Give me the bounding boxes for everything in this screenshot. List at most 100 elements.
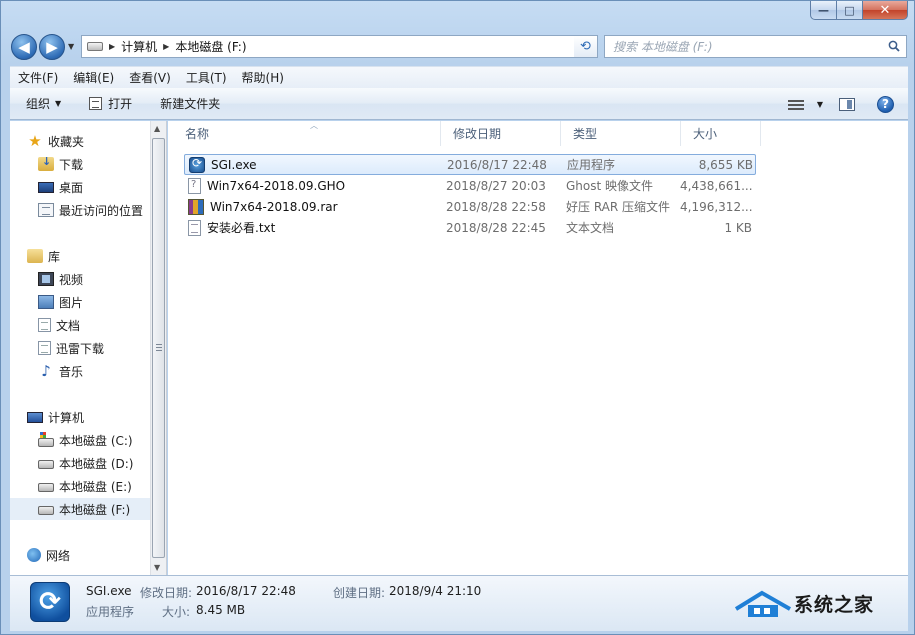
organize-button[interactable]: 组织 ▼: [26, 95, 61, 112]
file-type: 应用程序: [567, 158, 616, 172]
close-button[interactable]: ✕: [863, 1, 908, 20]
refresh-button[interactable]: ⟲: [574, 35, 598, 58]
breadcrumb-arrow-icon[interactable]: ▶: [109, 42, 115, 51]
search-input[interactable]: 搜索 本地磁盘 (F:): [604, 35, 907, 58]
breadcrumb-drive-f[interactable]: 本地磁盘 (F:): [175, 38, 246, 55]
preview-pane-icon[interactable]: [839, 97, 855, 111]
tree-label: 音乐: [59, 364, 84, 379]
tree-label: 本地磁盘 (C:): [59, 433, 133, 448]
drive-icon: [38, 460, 54, 469]
column-header-size[interactable]: 大小: [681, 121, 761, 146]
tree-label: 桌面: [59, 180, 84, 195]
toolbar-right-group: ▼ ?: [787, 88, 908, 120]
menu-view[interactable]: 查看(V): [129, 69, 171, 86]
tree-label: 收藏夹: [48, 134, 85, 149]
breadcrumb-computer[interactable]: 计算机: [121, 38, 157, 55]
scroll-down-icon[interactable]: ▼: [154, 563, 160, 572]
tree-item-pictures[interactable]: 图片: [38, 291, 83, 313]
search-placeholder: 搜索 本地磁盘 (F:): [613, 40, 713, 54]
scrollbar-thumb[interactable]: [152, 138, 165, 558]
exe-large-icon: ⟳: [30, 582, 70, 622]
star-icon: ★: [28, 132, 42, 150]
menu-edit[interactable]: 编辑(E): [73, 69, 114, 86]
navigation-pane-scrollbar[interactable]: ▲ ▼: [150, 121, 167, 575]
new-folder-label: 新建文件夹: [160, 97, 221, 111]
file-type: 文本文档: [566, 221, 615, 235]
forward-button[interactable]: ▶: [39, 34, 65, 60]
search-icon[interactable]: [888, 40, 900, 52]
file-size: 4,438,661...: [680, 178, 752, 193]
details-file-name: SGI.exe: [86, 584, 132, 598]
menu-help[interactable]: 帮助(H): [242, 69, 284, 86]
tree-item-drive-c[interactable]: 本地磁盘 (C:): [38, 429, 133, 451]
tree-libraries[interactable]: 库: [27, 245, 60, 267]
navigation-pane: ★ 收藏夹 下载 桌面 最近访问的位置 库 视频: [10, 121, 150, 575]
tree-item-drive-d[interactable]: 本地磁盘 (D:): [38, 452, 133, 474]
file-row[interactable]: SGI.exe 2016/8/17 22:48 应用程序 8,655 KB: [184, 154, 756, 175]
tree-item-music[interactable]: ♪ 音乐: [38, 360, 83, 382]
column-label: 修改日期: [453, 127, 502, 141]
tree-label: 图片: [59, 295, 84, 310]
address-bar[interactable]: ▶ 计算机 ▶ 本地磁盘 (F:) ▼: [81, 35, 596, 58]
explorer-window: — □ ✕ ◀ ▶ ▼ ▶ 计算机 ▶ 本地磁盘 (F:) ▼ ⟲ 搜索 本地磁…: [0, 0, 915, 635]
documents-library-icon: [38, 318, 51, 332]
tree-label: 最近访问的位置: [59, 203, 144, 218]
details-modified-value: 2016/8/17 22:48: [196, 584, 296, 598]
recent-places-icon: [38, 203, 54, 217]
file-date: 2018/8/28 22:58: [446, 199, 546, 214]
view-options-dropdown-icon[interactable]: ▼: [817, 100, 823, 109]
breadcrumb-arrow-icon[interactable]: ▶: [163, 42, 169, 51]
tree-label: 视频: [59, 272, 84, 287]
tree-favorites[interactable]: ★ 收藏夹: [27, 130, 84, 152]
menu-tools[interactable]: 工具(T): [186, 69, 227, 86]
video-library-icon: [38, 272, 54, 286]
sort-ascending-icon: ︿: [310, 121, 318, 130]
menu-file[interactable]: 文件(F): [18, 69, 58, 86]
open-label: 打开: [108, 97, 133, 111]
file-size: 4,196,312...: [680, 199, 752, 214]
maximize-button[interactable]: □: [837, 1, 863, 20]
command-toolbar: 组织 ▼ 打开 新建文件夹 ▼ ?: [10, 88, 908, 120]
file-name-cell: 安装必看.txt: [188, 219, 438, 236]
column-label: 类型: [573, 127, 598, 141]
file-row[interactable]: 安装必看.txt 2018/8/28 22:45 文本文档 1 KB: [184, 217, 756, 238]
tree-item-recent-places[interactable]: 最近访问的位置: [38, 199, 143, 221]
scroll-up-icon[interactable]: ▲: [154, 124, 160, 133]
tree-item-downloads[interactable]: 下载: [38, 153, 83, 175]
view-options-icon[interactable]: [787, 98, 804, 110]
tree-item-desktop[interactable]: 桌面: [38, 176, 83, 198]
recent-pages-dropdown-icon[interactable]: ▼: [68, 42, 74, 51]
tree-item-videos[interactable]: 视频: [38, 268, 83, 290]
column-header-name[interactable]: 名称 ︿: [173, 121, 441, 146]
minimize-button[interactable]: —: [810, 1, 837, 20]
details-size-label: 大小:: [162, 605, 191, 619]
file-row[interactable]: Win7x64-2018.09.rar 2018/8/28 22:58 好压 R…: [184, 196, 756, 217]
back-button[interactable]: ◀: [11, 34, 37, 60]
tree-item-drive-e[interactable]: 本地磁盘 (E:): [38, 475, 132, 497]
tree-network[interactable]: 网络: [27, 544, 70, 566]
watermark-logo-icon: [734, 590, 791, 617]
details-pane: ⟳ SGI.exe 修改日期: 2016/8/17 22:48 创建日期: 20…: [10, 575, 908, 631]
network-icon: [27, 548, 41, 562]
file-name-cell: SGI.exe: [189, 156, 439, 173]
tree-computer[interactable]: 计算机: [27, 406, 84, 428]
music-note-icon: ♪: [41, 362, 51, 380]
open-button[interactable]: 打开: [89, 95, 132, 112]
tree-label: 文档: [56, 318, 81, 333]
tree-item-documents[interactable]: 文档: [38, 314, 80, 336]
tree-item-xunlei-downloads[interactable]: 迅雷下载: [38, 337, 104, 359]
pictures-library-icon: [38, 295, 54, 309]
tree-label: 网络: [46, 548, 71, 563]
file-date: 2018/8/27 20:03: [446, 178, 546, 193]
details-file-type: 应用程序: [86, 605, 135, 619]
tree-label: 计算机: [48, 410, 85, 425]
file-row[interactable]: Win7x64-2018.09.GHO 2018/8/27 20:03 Ghos…: [184, 175, 756, 196]
new-folder-button[interactable]: 新建文件夹: [160, 95, 220, 112]
exe-icon: [189, 156, 205, 173]
file-name-cell: Win7x64-2018.09.GHO: [188, 177, 438, 194]
column-header-date[interactable]: 修改日期: [441, 121, 561, 146]
column-header-type[interactable]: 类型: [561, 121, 681, 146]
help-icon[interactable]: ?: [877, 95, 894, 113]
file-name: Win7x64-2018.09.GHO: [207, 178, 346, 193]
tree-item-drive-f[interactable]: 本地磁盘 (F:): [10, 498, 150, 520]
